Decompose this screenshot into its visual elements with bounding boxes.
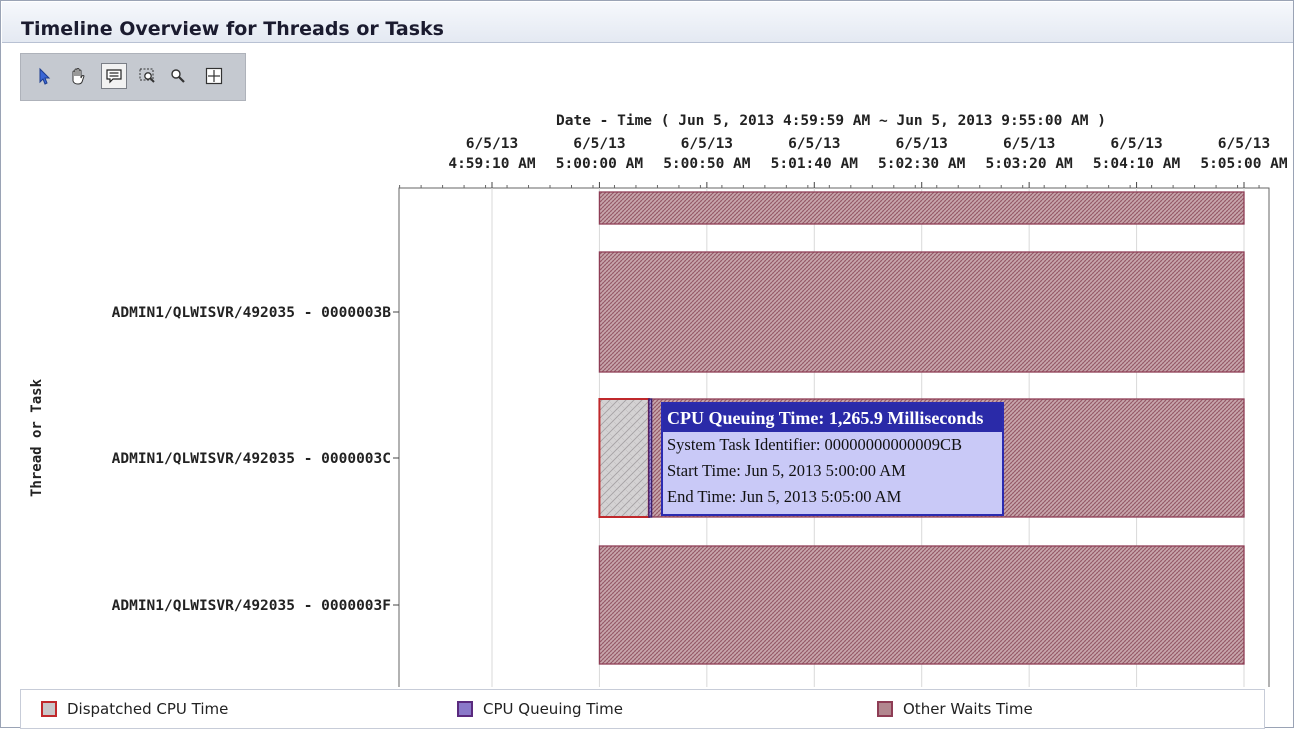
legend-label-dispatched: Dispatched CPU Time <box>67 700 229 718</box>
legend-item-queuing: CPU Queuing Time <box>457 698 623 720</box>
y-tick-label: ADMIN1/QLWISVR/492035 - 0000003B <box>112 305 392 321</box>
chart-title: Date - Time ( Jun 5, 2013 4:59:59 AM ~ J… <box>556 113 1106 129</box>
x-tick-date: 6/5/13 <box>896 136 948 152</box>
x-tick-date: 6/5/13 <box>1110 136 1162 152</box>
x-tick-time: 5:05:00 AM <box>1200 156 1288 172</box>
x-tick-date: 6/5/13 <box>681 136 733 152</box>
legend-swatch-dispatched <box>41 701 57 717</box>
tooltip-title: CPU Queuing Time: 1,265.9 Milliseconds <box>663 404 1002 432</box>
legend-item-other-waits: Other Waits Time <box>877 698 1033 720</box>
legend-item-dispatched: Dispatched CPU Time <box>41 698 228 720</box>
timeline-chart: Date - Time ( Jun 5, 2013 4:59:59 AM ~ J… <box>29 113 1288 687</box>
timeline-bar <box>598 191 1245 225</box>
legend-swatch-queuing <box>457 701 473 717</box>
tooltip-start-time: Start Time: Jun 5, 2013 5:00:00 AM <box>667 461 906 480</box>
x-tick-date: 6/5/13 <box>466 136 518 152</box>
x-tick-date: 6/5/13 <box>1218 136 1270 152</box>
y-tick-label: ADMIN1/QLWISVR/492035 - 0000003C <box>112 451 391 467</box>
x-tick-time: 4:59:10 AM <box>448 156 536 172</box>
x-tick-time: 5:00:00 AM <box>556 156 644 172</box>
x-tick-date: 6/5/13 <box>1003 136 1055 152</box>
chart-legend: Dispatched CPU Time CPU Queuing Time Oth… <box>20 689 1265 729</box>
y-axis-label: Thread or Task <box>29 378 45 497</box>
legend-label-queuing: CPU Queuing Time <box>483 700 623 718</box>
timeline-bar <box>598 398 650 518</box>
x-tick-time: 5:01:40 AM <box>771 156 859 172</box>
tooltip-task-id: System Task Identifier: 00000000000009CB <box>667 435 963 454</box>
x-tick-time: 5:00:50 AM <box>663 156 751 172</box>
x-tick-time: 5:04:10 AM <box>1093 156 1181 172</box>
x-tick-time: 5:03:20 AM <box>985 156 1073 172</box>
x-tick-date: 6/5/13 <box>573 136 625 152</box>
x-tick-time: 5:02:30 AM <box>878 156 966 172</box>
timeline-bar <box>598 545 1245 665</box>
tooltip-end-time: End Time: Jun 5, 2013 5:05:00 AM <box>667 487 902 506</box>
legend-swatch-other-waits <box>877 701 893 717</box>
x-tick-date: 6/5/13 <box>788 136 840 152</box>
segment-tooltip: CPU Queuing Time: 1,265.9 Milliseconds S… <box>661 402 1004 516</box>
timeline-bar <box>598 251 1245 373</box>
timeline-window: Timeline Overview for Threads or Tasks D… <box>0 0 1294 729</box>
timeline-bar <box>648 398 653 518</box>
legend-label-other-waits: Other Waits Time <box>903 700 1033 718</box>
y-tick-label: ADMIN1/QLWISVR/492035 - 0000003F <box>112 598 391 614</box>
